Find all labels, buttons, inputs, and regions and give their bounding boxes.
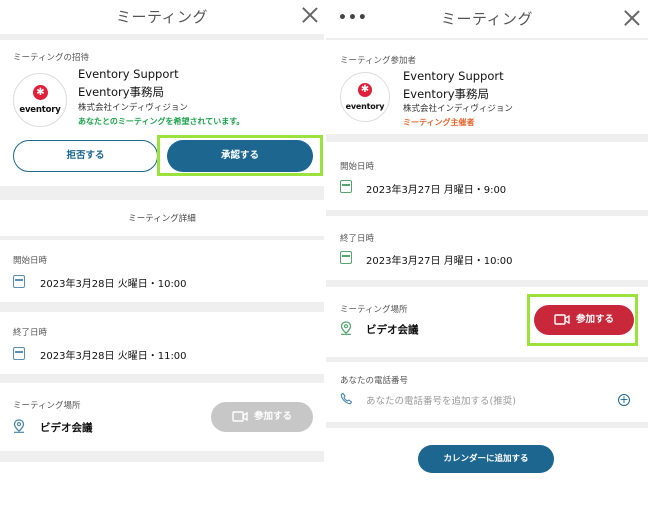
organizer-org: Eventory事務局 [403,87,490,101]
calendar-icon [13,275,25,288]
organizer-name: Eventory Support [78,67,179,81]
start-label: 開始日時 [13,256,48,266]
end-label: 終了日時 [340,234,375,244]
calendar-icon [340,251,352,264]
organizer-name: Eventory Support [403,69,504,83]
location-value: ビデオ会議 [366,324,419,336]
location-label: ミーティング場所 [13,401,81,411]
accept-button[interactable]: 承認する [167,140,313,172]
organizer-company: 株式会社インディヴィジョン [78,103,188,113]
close-icon[interactable] [300,5,320,25]
join-label: 参加する [575,314,614,325]
location-row: ミーティング場所 ビデオ会議 参加する [0,383,324,451]
phone-label: あなたの電話番号 [340,376,409,386]
participant-card: ミーティング参加者 ✱ eventory Eventory Support Ev… [326,40,648,134]
calendar-card: カレンダーに追加する [326,428,648,513]
add-phone-icon[interactable]: + [618,394,630,406]
location-pin-icon [340,321,352,335]
calendar-icon [13,347,25,360]
eventory-logo-icon: ✱ [33,85,48,100]
end-datetime: 2023年3月27日 月曜日・10:00 [366,256,513,267]
join-button-disabled: 参加する [211,402,313,432]
blank-card [0,462,324,513]
header-title: ミーティング [115,8,209,26]
end-datetime: 2023年3月28日 火曜日・11:00 [40,351,187,362]
close-icon[interactable] [622,8,642,28]
start-datetime: 2023年3月27日 月曜日・9:00 [366,185,507,196]
phone-icon [340,392,353,405]
location-row: ミーティング場所 ビデオ会議 参加する [326,287,648,357]
video-camera-icon [554,314,570,325]
invite-card: ミーティングの招待 ✱ eventory Eventory Support Ev… [0,40,324,186]
phone-input[interactable]: あなたの電話番号を追加する(推奨) [366,393,516,407]
video-camera-icon [232,411,248,422]
phone-row: あなたの電話番号 あなたの電話番号を追加する(推奨) + [326,362,648,422]
decline-button[interactable]: 拒否する [13,140,158,172]
location-pin-icon [13,419,25,433]
header: ••• ミーティング [326,0,648,38]
meeting-invite-panel: ミーティング ミーティングの招待 ✱ eventory Eventory Sup… [0,0,324,513]
end-time-row: 終了日時 2023年3月28日 火曜日・11:00 [0,312,324,374]
invite-status: あなたとのミーティングを希望されています。 [78,117,245,126]
start-label: 開始日時 [340,162,375,172]
details-header: ミーティング詳細 [0,200,324,236]
location-value: ビデオ会議 [40,422,93,434]
host-badge: ミーティング主催者 [403,118,475,127]
start-time-row: 開始日時 2023年3月28日 火曜日・10:00 [0,240,324,302]
logo-wordmark: eventory [19,105,61,115]
end-time-row: 終了日時 2023年3月27日 月曜日・10:00 [326,216,648,280]
location-label: ミーティング場所 [340,305,408,315]
section-label: ミーティングの招待 [13,53,89,63]
header-title: ミーティング [440,10,534,28]
header: ミーティング [0,0,324,34]
meeting-detail-panel: ••• ミーティング ミーティング参加者 ✱ eventory Eventory… [326,0,648,513]
organizer-logo: ✱ eventory [13,73,67,127]
eventory-logo-icon: ✱ [358,83,372,97]
start-time-row: 開始日時 2023年3月27日 月曜日・9:00 [326,142,648,210]
organizer-company: 株式会社インディヴィジョン [403,104,513,114]
details-header-label: ミーティング詳細 [128,214,196,224]
end-label: 終了日時 [13,328,48,338]
calendar-icon [340,180,352,193]
logo-wordmark: eventory [345,102,385,111]
start-datetime: 2023年3月28日 火曜日・10:00 [40,279,187,290]
join-button[interactable]: 参加する [534,305,634,335]
join-label: 参加する [253,411,292,422]
organizer-org: Eventory事務局 [78,85,165,99]
section-label: ミーティング参加者 [340,56,416,66]
add-to-calendar-button[interactable]: カレンダーに追加する [418,445,554,473]
organizer-logo: ✱ eventory [340,72,390,122]
